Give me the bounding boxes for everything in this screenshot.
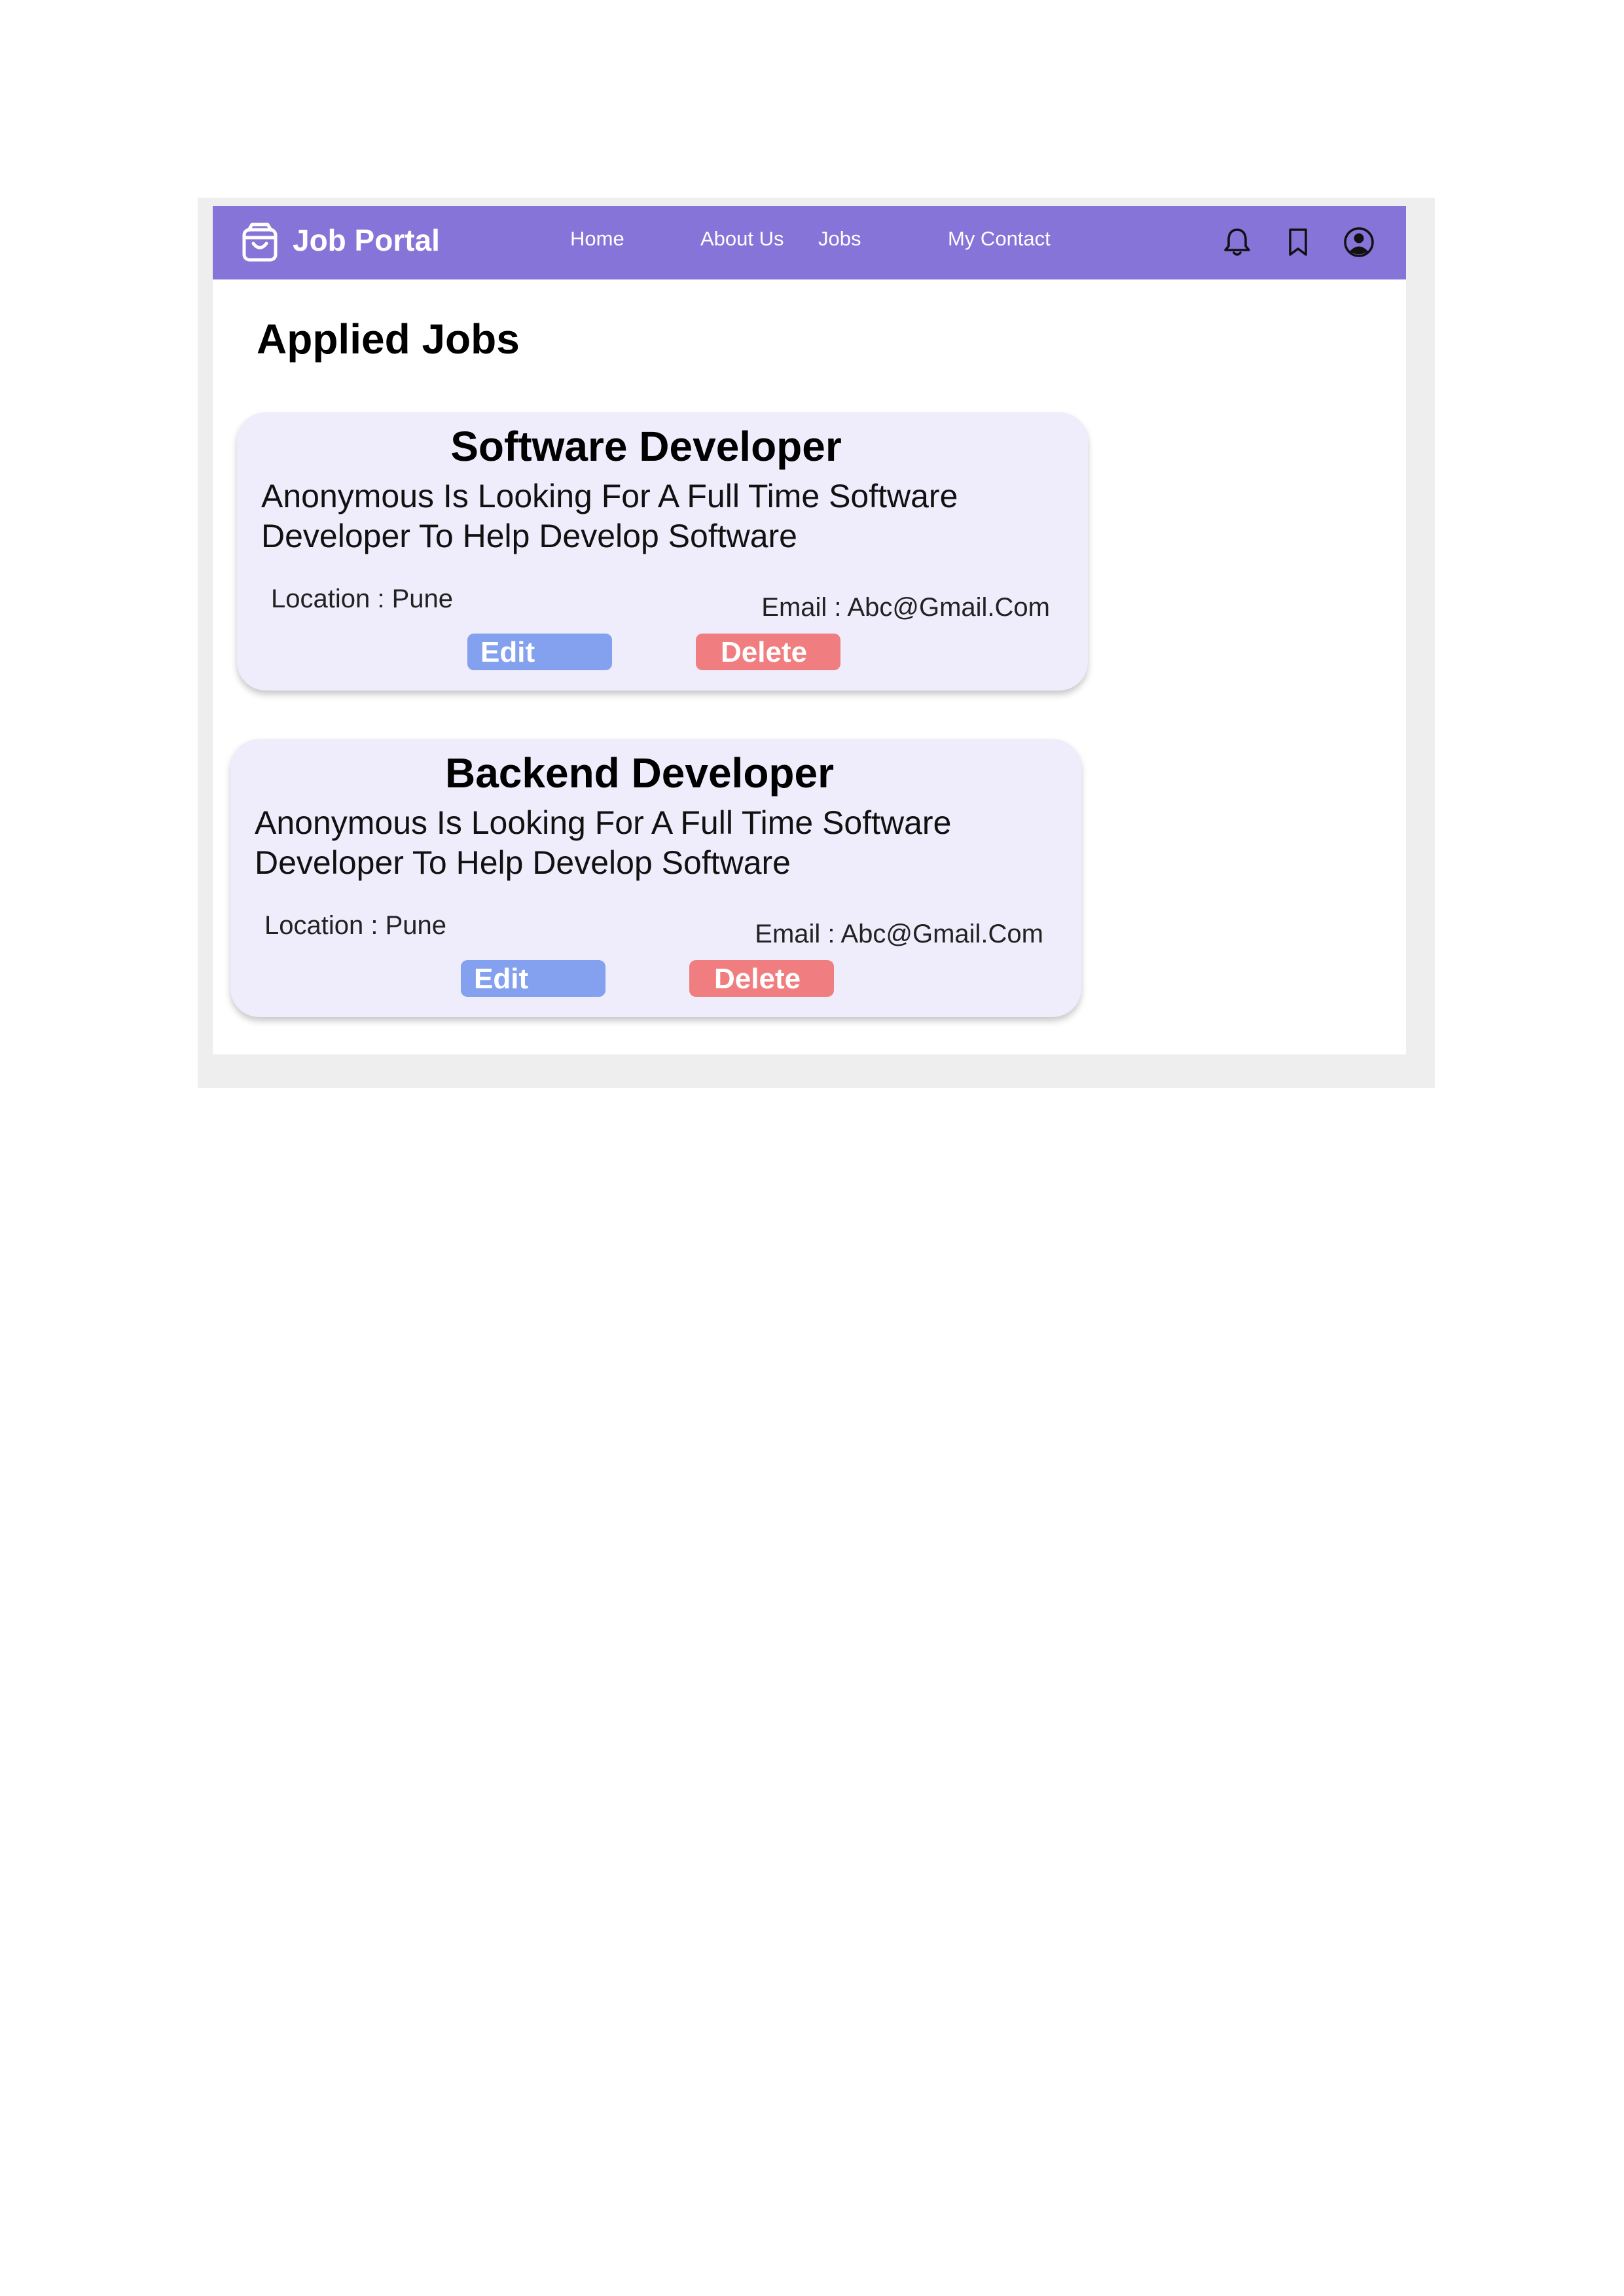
bell-icon[interactable] <box>1221 226 1254 259</box>
nav-link-my-contact[interactable]: My Contact <box>948 226 1051 252</box>
job-title: Software Developer <box>450 423 842 470</box>
job-email: Email : Abc@Gmail.Com <box>761 593 1050 622</box>
nav-link-home[interactable]: Home <box>570 226 624 252</box>
bookmark-icon[interactable] <box>1282 226 1314 259</box>
shopping-bag-icon[interactable] <box>242 222 278 262</box>
job-description: Anonymous Is Looking For A Full Time Sof… <box>255 804 952 881</box>
delete-button[interactable]: Delete <box>696 634 840 670</box>
job-description: Anonymous Is Looking For A Full Time Sof… <box>261 478 958 554</box>
nav-link-about-us[interactable]: About Us <box>700 226 784 252</box>
job-location: Location : Pune <box>271 584 453 613</box>
user-account-icon[interactable] <box>1343 226 1375 259</box>
page-title: Applied Jobs <box>257 315 520 363</box>
job-card: Software Developer Anonymous Is Looking … <box>237 412 1088 691</box>
job-location: Location : Pune <box>264 911 446 940</box>
edit-button[interactable]: Edit <box>467 634 612 670</box>
job-title: Backend Developer <box>444 749 835 797</box>
nav-link-jobs[interactable]: Jobs <box>818 226 861 252</box>
brand-name[interactable]: Job Portal <box>293 221 440 260</box>
edit-button[interactable]: Edit <box>461 960 605 997</box>
delete-button[interactable]: Delete <box>689 960 834 997</box>
job-card: Backend Developer Anonymous Is Looking F… <box>230 739 1081 1017</box>
navbar: Job Portal Home About Us Jobs My Contact <box>213 206 1406 279</box>
job-email: Email : Abc@Gmail.Com <box>755 920 1043 948</box>
